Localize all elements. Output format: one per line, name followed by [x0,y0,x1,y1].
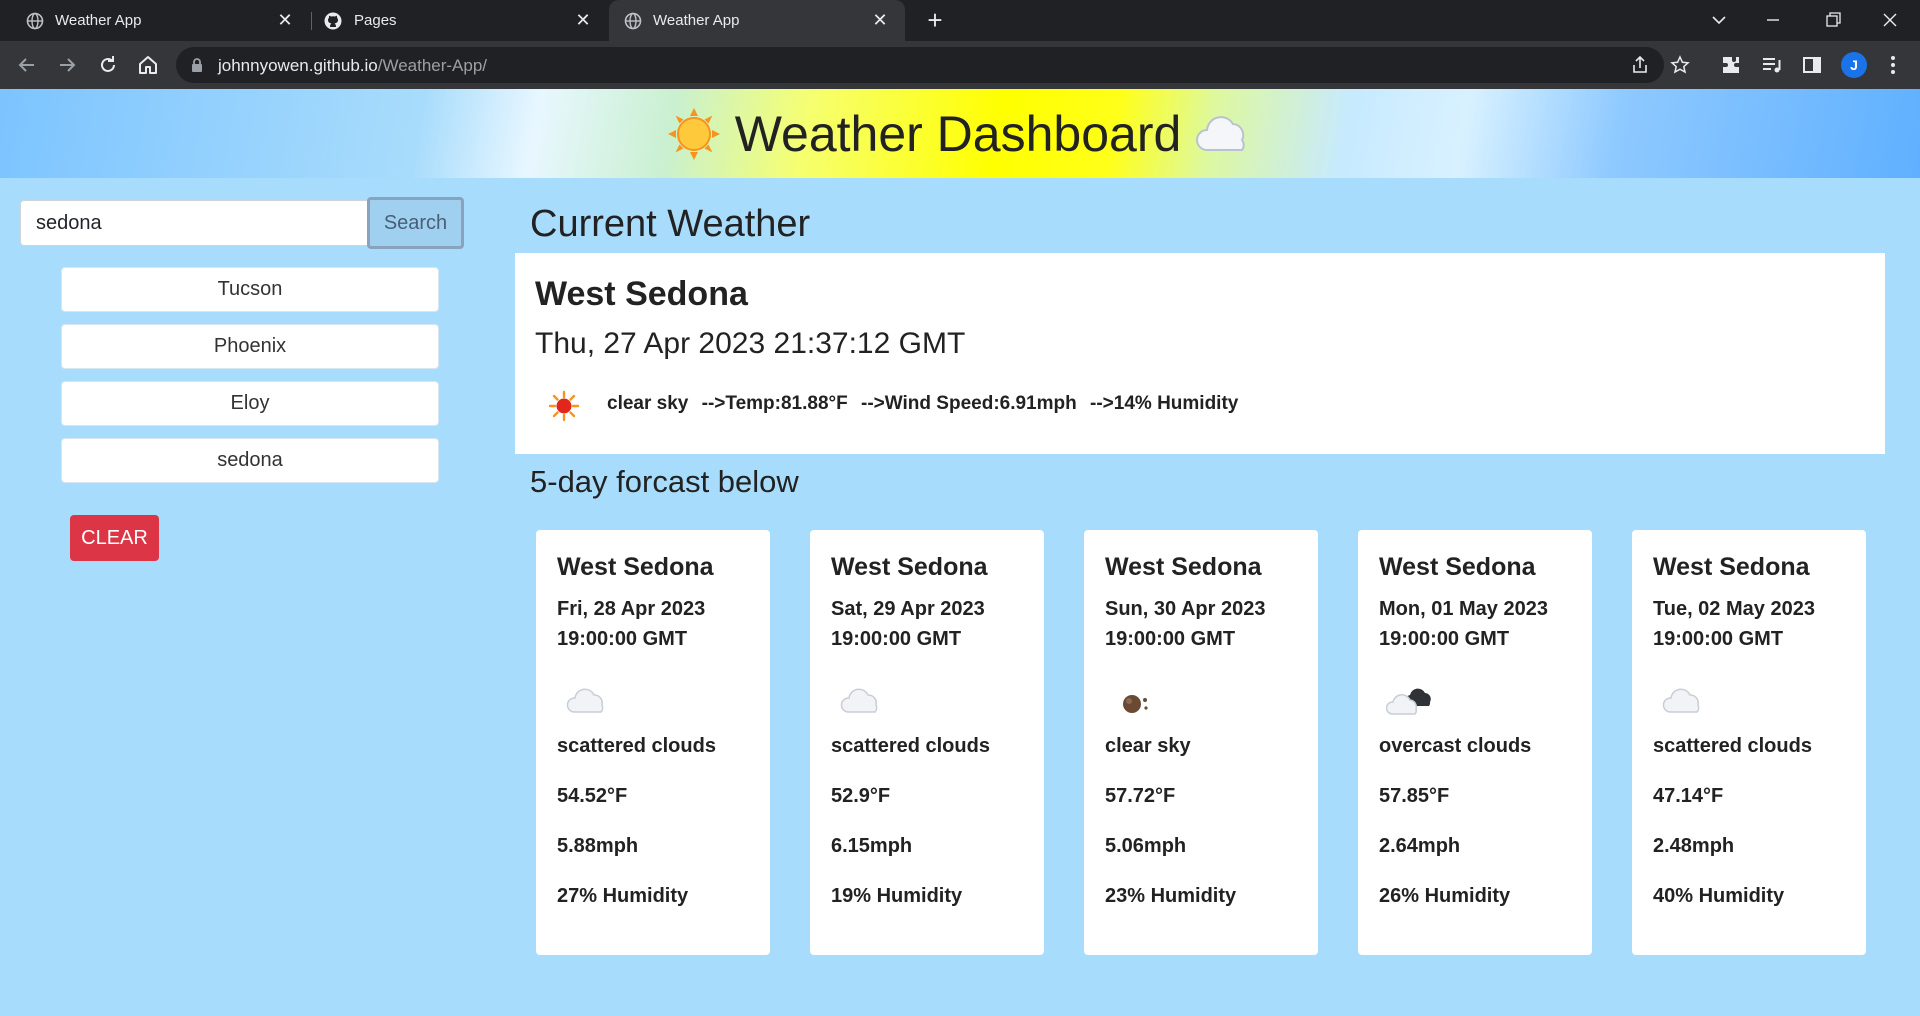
forecast-description: overcast clouds [1379,735,1532,757]
media-queue-icon[interactable] [1760,53,1784,77]
browser-toolbar: johnnyowen.github.io/Weather-App/ J [0,41,1920,89]
current-humidity: -->14% Humidity [1090,393,1239,414]
forecast-temp: 47.14°F [1653,785,1724,807]
forecast-city: West Sedona [1379,553,1536,581]
forecast-humidity: 26% Humidity [1379,885,1511,907]
profile-avatar[interactable]: J [1841,52,1867,78]
forecast-datetime: Sun, 30 Apr 2023 19:00:00 GMT [1105,598,1266,650]
forecast-city: West Sedona [1653,553,1810,581]
history-item-sedona[interactable]: sedona [61,438,439,483]
home-icon[interactable] [136,53,160,77]
page-title: Weather Dashboard [0,101,1920,163]
forecast-card: West Sedona Sat, 29 Apr 2023 19:00:00 GMT… [810,530,1044,955]
history-item-tucson[interactable]: Tucson [61,267,439,312]
new-tab-icon[interactable]: + [923,7,947,33]
close-icon[interactable]: ✕ [871,11,889,29]
forecast-temp: 57.85°F [1379,785,1450,807]
forecast-card: West Sedona Tue, 02 May 2023 19:00:00 GMT… [1632,530,1866,955]
current-temp: -->Temp:81.88°F [701,393,848,414]
forecast-humidity: 27% Humidity [557,885,689,907]
forecast-temp: 54.52°F [557,785,628,807]
scattered-clouds-icon [566,688,604,713]
minimize-icon[interactable] [1761,8,1785,32]
history-item-eloy[interactable]: Eloy [61,381,439,426]
forecast-humidity: 40% Humidity [1653,885,1785,907]
forecast-description: clear sky [1105,735,1191,757]
cloud-icon [1196,115,1245,151]
forecast-humidity: 19% Humidity [831,885,963,907]
current-conditions-line: clear sky -->Temp:81.88°F -->Wind Speed:… [607,393,1246,415]
forecast-humidity: 23% Humidity [1105,885,1237,907]
forecast-datetime: Sat, 29 Apr 2023 19:00:00 GMT [831,598,985,650]
current-wind: -->Wind Speed:6.91mph [861,393,1077,414]
window-close-icon[interactable] [1878,8,1902,32]
tab-search-chevron-icon[interactable] [1707,8,1731,32]
current-weather-card: West Sedona Thu, 27 Apr 2023 21:37:12 GM… [515,253,1885,454]
extensions-puzzle-icon[interactable] [1719,53,1743,77]
browser-tab-2[interactable]: Pages ✕ [312,0,608,41]
scattered-clouds-icon [840,688,878,713]
current-description: clear sky [607,393,689,414]
clear-button[interactable]: CLEAR [70,515,159,561]
forecast-datetime: Mon, 01 May 2023 19:00:00 GMT [1379,598,1548,650]
forecast-description: scattered clouds [557,735,716,757]
forecast-card: West Sedona Fri, 28 Apr 2023 19:00:00 GMT… [536,530,770,955]
forecast-wind: 5.88mph [557,835,639,857]
page-content: Weather Dashboard Search Tucson Phoenix … [0,89,1920,1016]
share-icon[interactable] [1630,55,1650,75]
close-icon[interactable]: ✕ [276,11,294,29]
browser-tab-title: Weather App [653,12,740,29]
forecast-description: scattered clouds [831,735,990,757]
bookmark-star-icon[interactable] [1670,55,1690,75]
restore-icon[interactable] [1821,8,1845,32]
forecast-card: West Sedona Mon, 01 May 2023 19:00:00 GMT… [1358,530,1592,955]
forecast-datetime: Tue, 02 May 2023 19:00:00 GMT [1653,598,1815,650]
back-arrow-icon[interactable] [15,53,39,77]
globe-icon [26,12,44,30]
forecast-wind: 2.64mph [1379,835,1461,857]
forecast-datetime: Fri, 28 Apr 2023 19:00:00 GMT [557,598,706,650]
forward-arrow-icon[interactable] [55,53,79,77]
browser-tab-1[interactable]: Weather App ✕ [0,0,310,41]
browser-tab-3-active[interactable]: Weather App ✕ [609,0,905,41]
clear-night-icon [1123,695,1148,713]
sun-icon [667,107,720,160]
scattered-clouds-icon [1662,688,1700,713]
lock-icon[interactable] [190,57,204,73]
github-icon [324,12,342,30]
forecast-wind: 6.15mph [831,835,913,857]
forecast-description: scattered clouds [1653,735,1812,757]
overcast-clouds-icon [1386,688,1431,715]
forecast-wind: 2.48mph [1653,835,1735,857]
forecast-temp: 57.72°F [1105,785,1176,807]
sun-icon [548,390,580,422]
forecast-city: West Sedona [831,553,988,581]
search-input[interactable] [20,200,368,246]
current-weather-heading: Current Weather [530,203,811,245]
forecast-city: West Sedona [557,553,714,581]
forecast-temp: 52.9°F [831,785,891,807]
browser-tab-title: Pages [354,12,397,29]
history-item-phoenix[interactable]: Phoenix [61,324,439,369]
forecast-city: West Sedona [1105,553,1262,581]
forecast-card: West Sedona Sun, 30 Apr 2023 19:00:00 GMT… [1084,530,1318,955]
globe-icon [624,12,642,30]
page-title-text: Weather Dashboard [734,105,1182,162]
close-icon[interactable]: ✕ [574,11,592,29]
address-bar[interactable]: johnnyowen.github.io/Weather-App/ [176,47,1690,83]
current-city: West Sedona [535,275,748,313]
reload-icon[interactable] [96,53,120,77]
forecast-heading: 5-day forcast below [530,464,799,499]
current-datetime: Thu, 27 Apr 2023 21:37:12 GMT [535,327,966,360]
browser-tab-title: Weather App [55,12,142,29]
browser-tabstrip: Weather App ✕ Pages ✕ Weather App ✕ + [0,0,1920,41]
menu-kebab-icon[interactable] [1881,53,1905,77]
side-panel-icon[interactable] [1800,53,1824,77]
search-button[interactable]: Search [367,197,464,249]
header-banner: Weather Dashboard [0,89,1920,178]
url-text: johnnyowen.github.io/Weather-App/ [218,56,488,75]
forecast-wind: 5.06mph [1105,835,1187,857]
